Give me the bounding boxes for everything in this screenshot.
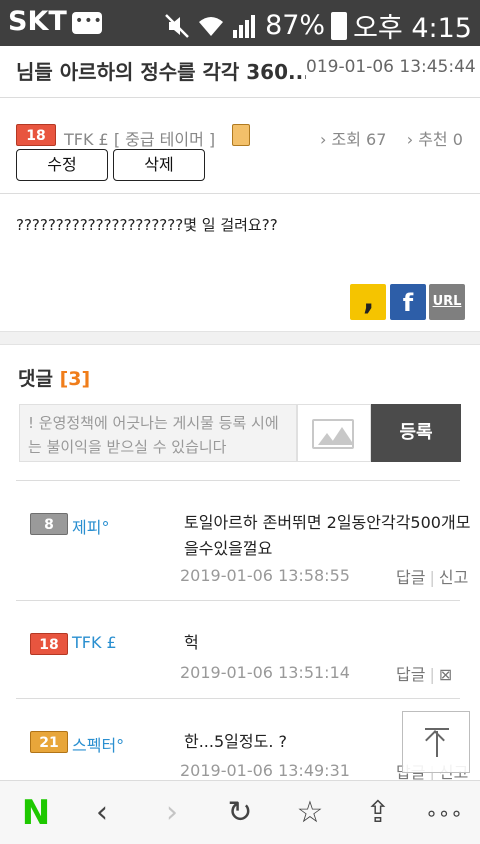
clock: 오후 4:15 bbox=[353, 13, 472, 44]
action-separator: | bbox=[429, 665, 435, 684]
refresh-icon[interactable]: ↻ bbox=[220, 793, 260, 833]
scroll-top-icon bbox=[425, 728, 449, 730]
comment-text: 헉 bbox=[184, 633, 199, 652]
comment-input[interactable]: ! 운영정책에 어긋나는 게시물 등록 시에는 불이익을 받으실 수 있습니다 bbox=[19, 404, 297, 462]
facebook-share-icon[interactable]: f bbox=[390, 284, 426, 320]
views-count: › 조회 67 bbox=[320, 130, 387, 149]
status-bar: SKT 87% 오후 4:15 bbox=[0, 0, 480, 46]
divider bbox=[16, 698, 460, 699]
divider bbox=[16, 600, 460, 601]
comment-date: 2019-01-06 13:58:55 bbox=[180, 566, 350, 585]
status-right: 87% 오후 4:15 bbox=[163, 6, 472, 45]
arrow-up-icon bbox=[425, 730, 445, 750]
bookmark-icon[interactable]: ☆ bbox=[290, 793, 330, 833]
signal-icon bbox=[233, 14, 256, 38]
comment-author[interactable]: TFK £ bbox=[72, 633, 117, 652]
report-button[interactable]: 신고 bbox=[439, 568, 468, 587]
section-gap bbox=[0, 331, 480, 345]
url-copy-button[interactable]: URL bbox=[429, 284, 465, 320]
naver-home-icon[interactable]: N bbox=[16, 793, 56, 833]
post-title: 님들 아르하의 정수를 각각 360... bbox=[16, 60, 306, 84]
post-title-bar: 님들 아르하의 정수를 각각 360... 019-01-06 13:45:44 bbox=[0, 46, 480, 98]
reply-button[interactable]: 답글 bbox=[396, 568, 425, 587]
share-icon[interactable]: ⇪ bbox=[358, 793, 398, 833]
comment-level-badge: 21 bbox=[30, 731, 68, 753]
author-level-badge: 18 bbox=[16, 124, 56, 146]
post-date: 019-01-06 13:45:44 bbox=[306, 57, 476, 77]
divider bbox=[16, 480, 460, 481]
attach-image-button[interactable] bbox=[297, 404, 371, 462]
carrier-label: SKT bbox=[8, 6, 67, 37]
reply-button[interactable]: 답글 bbox=[396, 665, 425, 684]
comment-level-badge: 18 bbox=[30, 633, 68, 655]
comment-author[interactable]: 제피° bbox=[72, 514, 109, 538]
post-stats: › 조회 67 › 추천 0 bbox=[320, 126, 463, 150]
comments-header: 댓글 [3] bbox=[18, 364, 90, 391]
battery-icon bbox=[331, 11, 348, 40]
post-meta: 18 TFK £ [ 중급 테이머 ] › 조회 67 › 추천 0 수정 삭제 bbox=[0, 98, 480, 194]
message-icon bbox=[72, 12, 103, 34]
edit-button[interactable]: 수정 bbox=[16, 149, 108, 181]
comment-actions: 답글 | ⊠ bbox=[396, 661, 452, 685]
comment-date: 2019-01-06 13:49:31 bbox=[180, 761, 350, 780]
comment-actions: 답글|신고 bbox=[396, 564, 468, 588]
scroll-top-button[interactable] bbox=[402, 711, 470, 773]
kakao-share-icon[interactable] bbox=[350, 282, 386, 320]
forward-icon[interactable]: › bbox=[152, 793, 192, 833]
comment-text: 토일아르하 존버뛰면 2일동안각각500개모을수있을껄요 bbox=[184, 513, 471, 558]
back-icon[interactable]: ‹ bbox=[82, 793, 122, 833]
more-icon[interactable]: ∘∘∘ bbox=[424, 793, 464, 833]
comment-date: 2019-01-06 13:51:14 bbox=[180, 663, 350, 682]
author-avatar bbox=[232, 124, 250, 146]
battery-percent: 87% bbox=[265, 10, 326, 41]
report-button[interactable]: ⊠ bbox=[439, 665, 452, 684]
mute-icon bbox=[165, 13, 189, 38]
recommend-count: › 추천 0 bbox=[406, 130, 463, 149]
comments-count: [3] bbox=[59, 368, 91, 390]
arrow-stem bbox=[436, 731, 438, 757]
delete-button[interactable]: 삭제 bbox=[113, 149, 205, 181]
post-author[interactable]: TFK £ [ 중급 테이머 ] bbox=[64, 126, 215, 150]
submit-comment-button[interactable]: 등록 bbox=[371, 404, 461, 462]
browser-toolbar: N ‹ › ↻ ☆ ⇪ ∘∘∘ bbox=[0, 780, 480, 844]
image-icon bbox=[312, 419, 354, 449]
post-body: ?????????????????????몇 일 걸려요?? bbox=[16, 216, 278, 234]
comments-title: 댓글 bbox=[18, 368, 53, 390]
action-separator: | bbox=[429, 568, 435, 587]
comment-author[interactable]: 스펙터° bbox=[72, 732, 124, 756]
wifi-icon bbox=[199, 16, 224, 36]
comment-level-badge: 8 bbox=[30, 513, 68, 535]
